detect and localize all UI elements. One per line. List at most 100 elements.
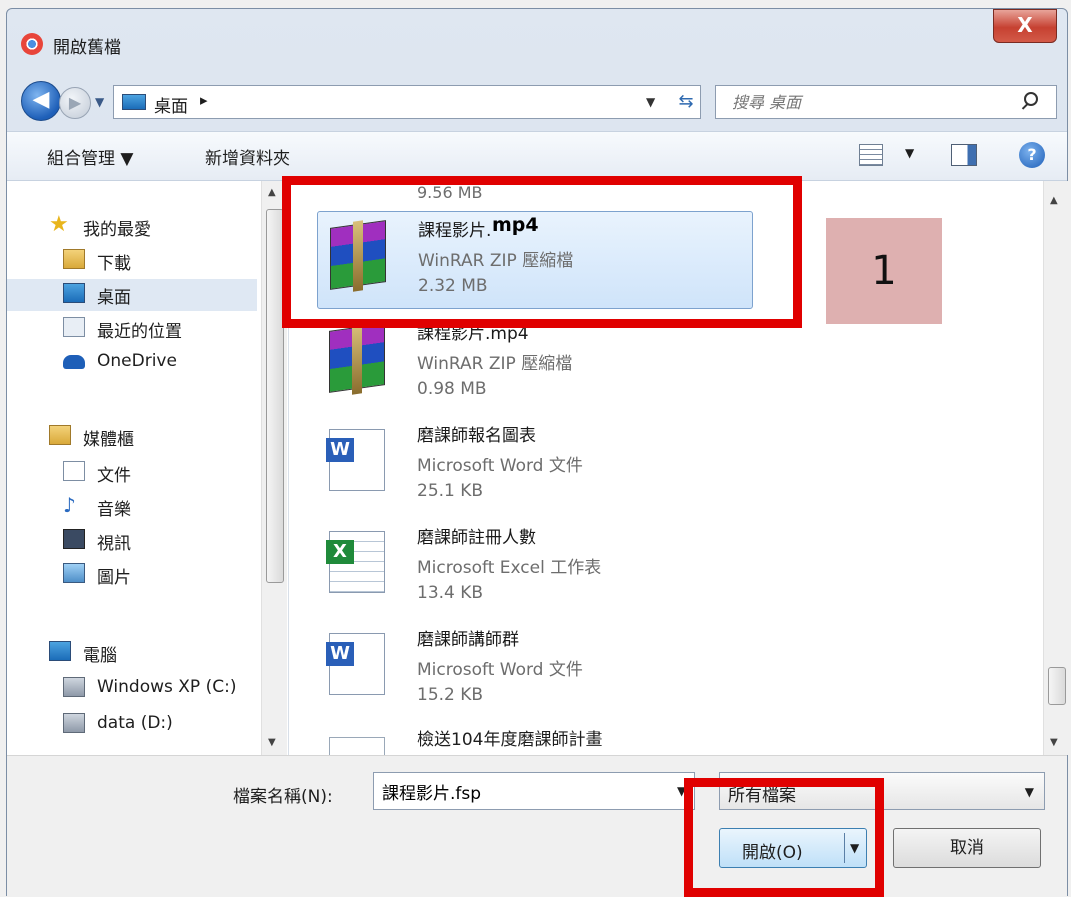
file-name: 檢送104年度磨課師計畫 [417, 730, 603, 750]
sidebar-item-label: OneDrive [97, 351, 177, 371]
file-name: 磨課師講師群 [417, 630, 519, 650]
close-button[interactable]: X [993, 9, 1057, 43]
file-type: WinRAR ZIP 壓縮檔 [417, 354, 573, 374]
history-dropdown-icon[interactable]: ▼ [95, 95, 104, 109]
library-icon [49, 425, 71, 445]
sidebar-item-music[interactable]: ♪ 音樂 [7, 491, 257, 523]
sidebar-item-libraries[interactable]: 媒體櫃 [7, 421, 257, 453]
recent-places-icon [63, 317, 85, 337]
chrome-icon [21, 33, 43, 55]
search-box[interactable] [715, 85, 1057, 119]
navigation-bar: ◀ ▶ ▼ 桌面 ▸ ▼ ⇆ [7, 73, 1067, 131]
forward-button[interactable]: ▶ [59, 87, 91, 119]
file-item[interactable]: 磨課師講師群 Microsoft Word 文件 15.2 KB [317, 621, 753, 719]
file-size: 0.98 MB [417, 379, 487, 399]
address-breadcrumb[interactable]: 桌面 [154, 92, 188, 117]
file-list-scrollbar[interactable]: ▲ ▼ [1043, 181, 1069, 755]
sidebar-item-videos[interactable]: 視訊 [7, 525, 257, 557]
cancel-button[interactable]: 取消 [893, 828, 1041, 868]
star-icon: ★ [49, 212, 69, 237]
filename-input[interactable] [373, 772, 695, 810]
sidebar-item-drive-c[interactable]: Windows XP (C:) [7, 673, 257, 705]
file-name: 磨課師報名圖表 [417, 426, 536, 446]
file-type: Microsoft Excel 工作表 [417, 558, 602, 578]
scroll-down-icon[interactable]: ▼ [268, 737, 276, 748]
sidebar-item-label: 文件 [97, 466, 131, 486]
annotation-highlight-open-button [684, 778, 884, 897]
new-folder-button[interactable]: 新增資料夾 [205, 144, 290, 169]
sidebar-item-label: 電腦 [83, 646, 117, 666]
sidebar-item-desktop[interactable]: 桌面 [7, 279, 257, 311]
command-toolbar: 組合管理 ▼ 新增資料夾 ▼ ? [7, 131, 1067, 181]
scroll-down-icon[interactable]: ▼ [1050, 737, 1058, 748]
sidebar-item-label: 圖片 [97, 568, 131, 588]
sidebar-item-label: Windows XP (C:) [97, 677, 237, 697]
file-item[interactable]: 檢送104年度磨課師計畫 [317, 725, 753, 755]
dialog-footer: 檔案名稱(N): ▼ 所有檔案 ▼ 開啟(O) ▼ 取消 [7, 755, 1067, 897]
file-item[interactable]: 磨課師註冊人數 Microsoft Excel 工作表 13.4 KB [317, 519, 753, 617]
excel-sheet-icon [326, 531, 385, 593]
word-doc-icon [326, 633, 385, 695]
winrar-icon [329, 323, 385, 393]
sidebar-item-label: data (D:) [97, 713, 173, 733]
file-size: 13.4 KB [417, 583, 484, 603]
sidebar-item-documents[interactable]: 文件 [7, 457, 257, 489]
sidebar-item-label: 桌面 [97, 288, 131, 308]
title-bar: 開啟舊檔 X [7, 9, 1067, 73]
file-size: 25.1 KB [417, 481, 484, 501]
music-icon: ♪ [63, 493, 76, 517]
computer-icon [49, 641, 71, 661]
file-type: Microsoft Word 文件 [417, 456, 583, 476]
sidebar-item-label: 音樂 [97, 500, 131, 520]
sidebar-item-onedrive[interactable]: OneDrive [7, 347, 257, 379]
scroll-up-icon[interactable]: ▲ [268, 187, 276, 198]
desktop-icon [122, 94, 146, 110]
sidebar-item-downloads[interactable]: 下載 [7, 245, 257, 277]
sidebar-item-recent-places[interactable]: 最近的位置 [7, 313, 257, 345]
sidebar-item-label: 視訊 [97, 534, 131, 554]
sidebar-item-label: 我的最愛 [83, 220, 151, 240]
breadcrumb-arrow-icon[interactable]: ▸ [200, 91, 208, 109]
scroll-up-icon[interactable]: ▲ [1050, 195, 1058, 206]
word-doc-icon [326, 429, 385, 491]
sidebar-item-label: 媒體櫃 [83, 430, 134, 450]
file-item[interactable]: 磨課師報名圖表 Microsoft Word 文件 25.1 KB [317, 417, 753, 515]
file-item[interactable]: 課程影片.mp4 WinRAR ZIP 壓縮檔 0.98 MB [317, 315, 753, 413]
sidebar-item-pictures[interactable]: 圖片 [7, 559, 257, 591]
sidebar-item-favorites[interactable]: ★ 我的最愛 [7, 211, 257, 243]
dialog-title: 開啟舊檔 [53, 38, 121, 58]
change-view-icon[interactable] [859, 144, 883, 166]
annotation-step-badge: 1 [826, 218, 942, 324]
navigation-pane: ★ 我的最愛 下載 桌面 最近的位置 OneDrive 媒體櫃 文件 ♪ 音樂 … [7, 181, 289, 755]
help-icon[interactable]: ? [1019, 142, 1045, 168]
sidebar-item-label: 下載 [97, 254, 131, 274]
search-icon[interactable] [1022, 92, 1040, 110]
view-dropdown-icon[interactable]: ▼ [905, 146, 914, 160]
organize-menu[interactable]: 組合管理 ▼ [47, 144, 133, 169]
address-bar[interactable]: 桌面 ▸ ▼ ⇆ [113, 85, 701, 119]
file-list-scroll-thumb[interactable] [1048, 667, 1066, 705]
sidebar-item-label: 最近的位置 [97, 322, 182, 342]
preview-pane-icon[interactable] [951, 144, 977, 166]
address-dropdown-icon[interactable]: ▼ [646, 95, 655, 109]
file-size: 15.2 KB [417, 685, 484, 705]
drive-icon [63, 713, 85, 733]
video-icon [63, 529, 85, 549]
drive-icon [63, 677, 85, 697]
onedrive-icon [63, 355, 85, 369]
pictures-icon [63, 563, 85, 583]
filename-label: 檔案名稱(N): [233, 787, 333, 807]
documents-icon [63, 461, 85, 481]
document-icon [329, 737, 385, 755]
open-file-dialog: 開啟舊檔 X ◀ ▶ ▼ 桌面 ▸ ▼ ⇆ 組合管理 ▼ 新增資料夾 ▼ ? ★… [6, 8, 1069, 897]
annotation-highlight-file [282, 176, 802, 328]
download-folder-icon [63, 249, 85, 269]
desktop-icon [63, 283, 85, 303]
filetype-dropdown-icon: ▼ [1024, 785, 1034, 799]
back-button[interactable]: ◀ [21, 81, 61, 121]
refresh-icon[interactable]: ⇆ [672, 89, 700, 115]
sidebar-item-computer[interactable]: 電腦 [7, 637, 257, 669]
sidebar-item-drive-d[interactable]: data (D:) [7, 709, 257, 741]
search-input[interactable] [730, 90, 1010, 114]
file-name: 磨課師註冊人數 [417, 528, 536, 548]
